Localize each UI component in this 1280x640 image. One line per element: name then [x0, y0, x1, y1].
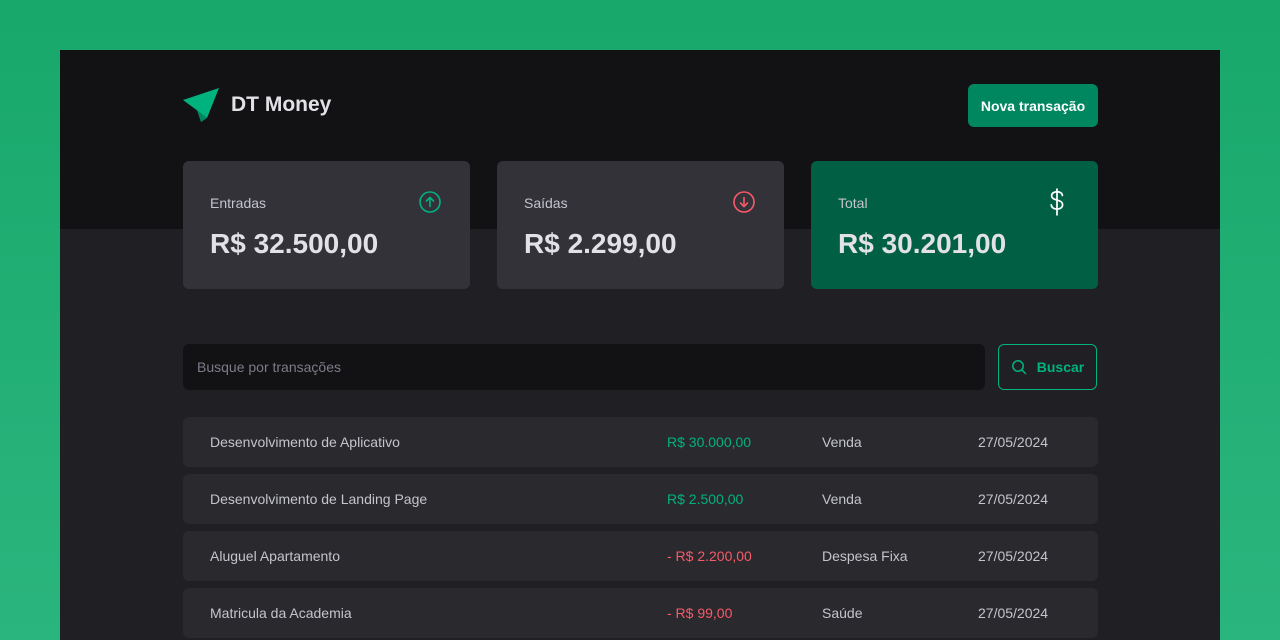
total-value: R$ 30.201,00: [838, 228, 1007, 259]
arrow-circle-up-icon: [419, 191, 441, 213]
transaction-price: R$ 2.500,00: [667, 491, 744, 507]
app-window: DT Money Nova transação Entradas R$ 32.5…: [60, 50, 1220, 640]
income-value: R$ 32.500,00: [210, 228, 379, 259]
total-label: Total: [838, 195, 868, 211]
transaction-category: Despesa Fixa: [822, 548, 908, 564]
income-label: Entradas: [210, 195, 267, 211]
transactions-table: Desenvolvimento de Aplicativo R$ 30.000,…: [183, 417, 1098, 640]
table-row: Desenvolvimento de Aplicativo R$ 30.000,…: [183, 417, 1098, 467]
transaction-price: R$ 30.000,00: [667, 434, 752, 450]
search-button[interactable]: Buscar: [998, 344, 1097, 390]
transaction-date: 27/05/2024: [978, 434, 1049, 450]
app-name: DT Money: [231, 93, 332, 116]
transaction-description: Desenvolvimento de Landing Page: [210, 491, 428, 507]
arrow-circle-down-icon: [733, 191, 755, 213]
search-button-label: Buscar: [1036, 359, 1085, 375]
search-input[interactable]: [183, 344, 985, 390]
outcome-card: Saídas R$ 2.299,00: [497, 161, 784, 289]
table-row: Desenvolvimento de Landing Page R$ 2.500…: [183, 474, 1098, 524]
outcome-label: Saídas: [524, 195, 568, 211]
table-row: Aluguel Apartamento - R$ 2.200,00 Despes…: [183, 531, 1098, 581]
logo-icon: [183, 88, 219, 122]
transaction-description: Desenvolvimento de Aplicativo: [210, 434, 400, 450]
transaction-date: 27/05/2024: [978, 548, 1049, 564]
outcome-value: R$ 2.299,00: [524, 228, 677, 259]
table-row: Matricula da Academia - R$ 99,00 Saúde 2…: [183, 588, 1098, 638]
income-card: Entradas R$ 32.500,00: [183, 161, 470, 289]
transaction-date: 27/05/2024: [978, 605, 1049, 621]
transaction-description: Aluguel Apartamento: [210, 548, 340, 564]
new-transaction-button[interactable]: Nova transação: [968, 84, 1098, 127]
currency-dollar-icon: [1050, 188, 1064, 216]
transaction-category: Venda: [822, 491, 862, 507]
logo: DT Money: [183, 88, 331, 122]
transaction-price: - R$ 2.200,00: [667, 548, 752, 564]
transaction-category: Venda: [822, 434, 862, 450]
transaction-category: Saúde: [822, 605, 863, 621]
transaction-date: 27/05/2024: [978, 491, 1049, 507]
transaction-price: - R$ 99,00: [667, 605, 733, 621]
search-icon: [1011, 360, 1027, 375]
total-card: Total R$ 30.201,00: [811, 161, 1098, 289]
transaction-description: Matricula da Academia: [210, 605, 352, 621]
